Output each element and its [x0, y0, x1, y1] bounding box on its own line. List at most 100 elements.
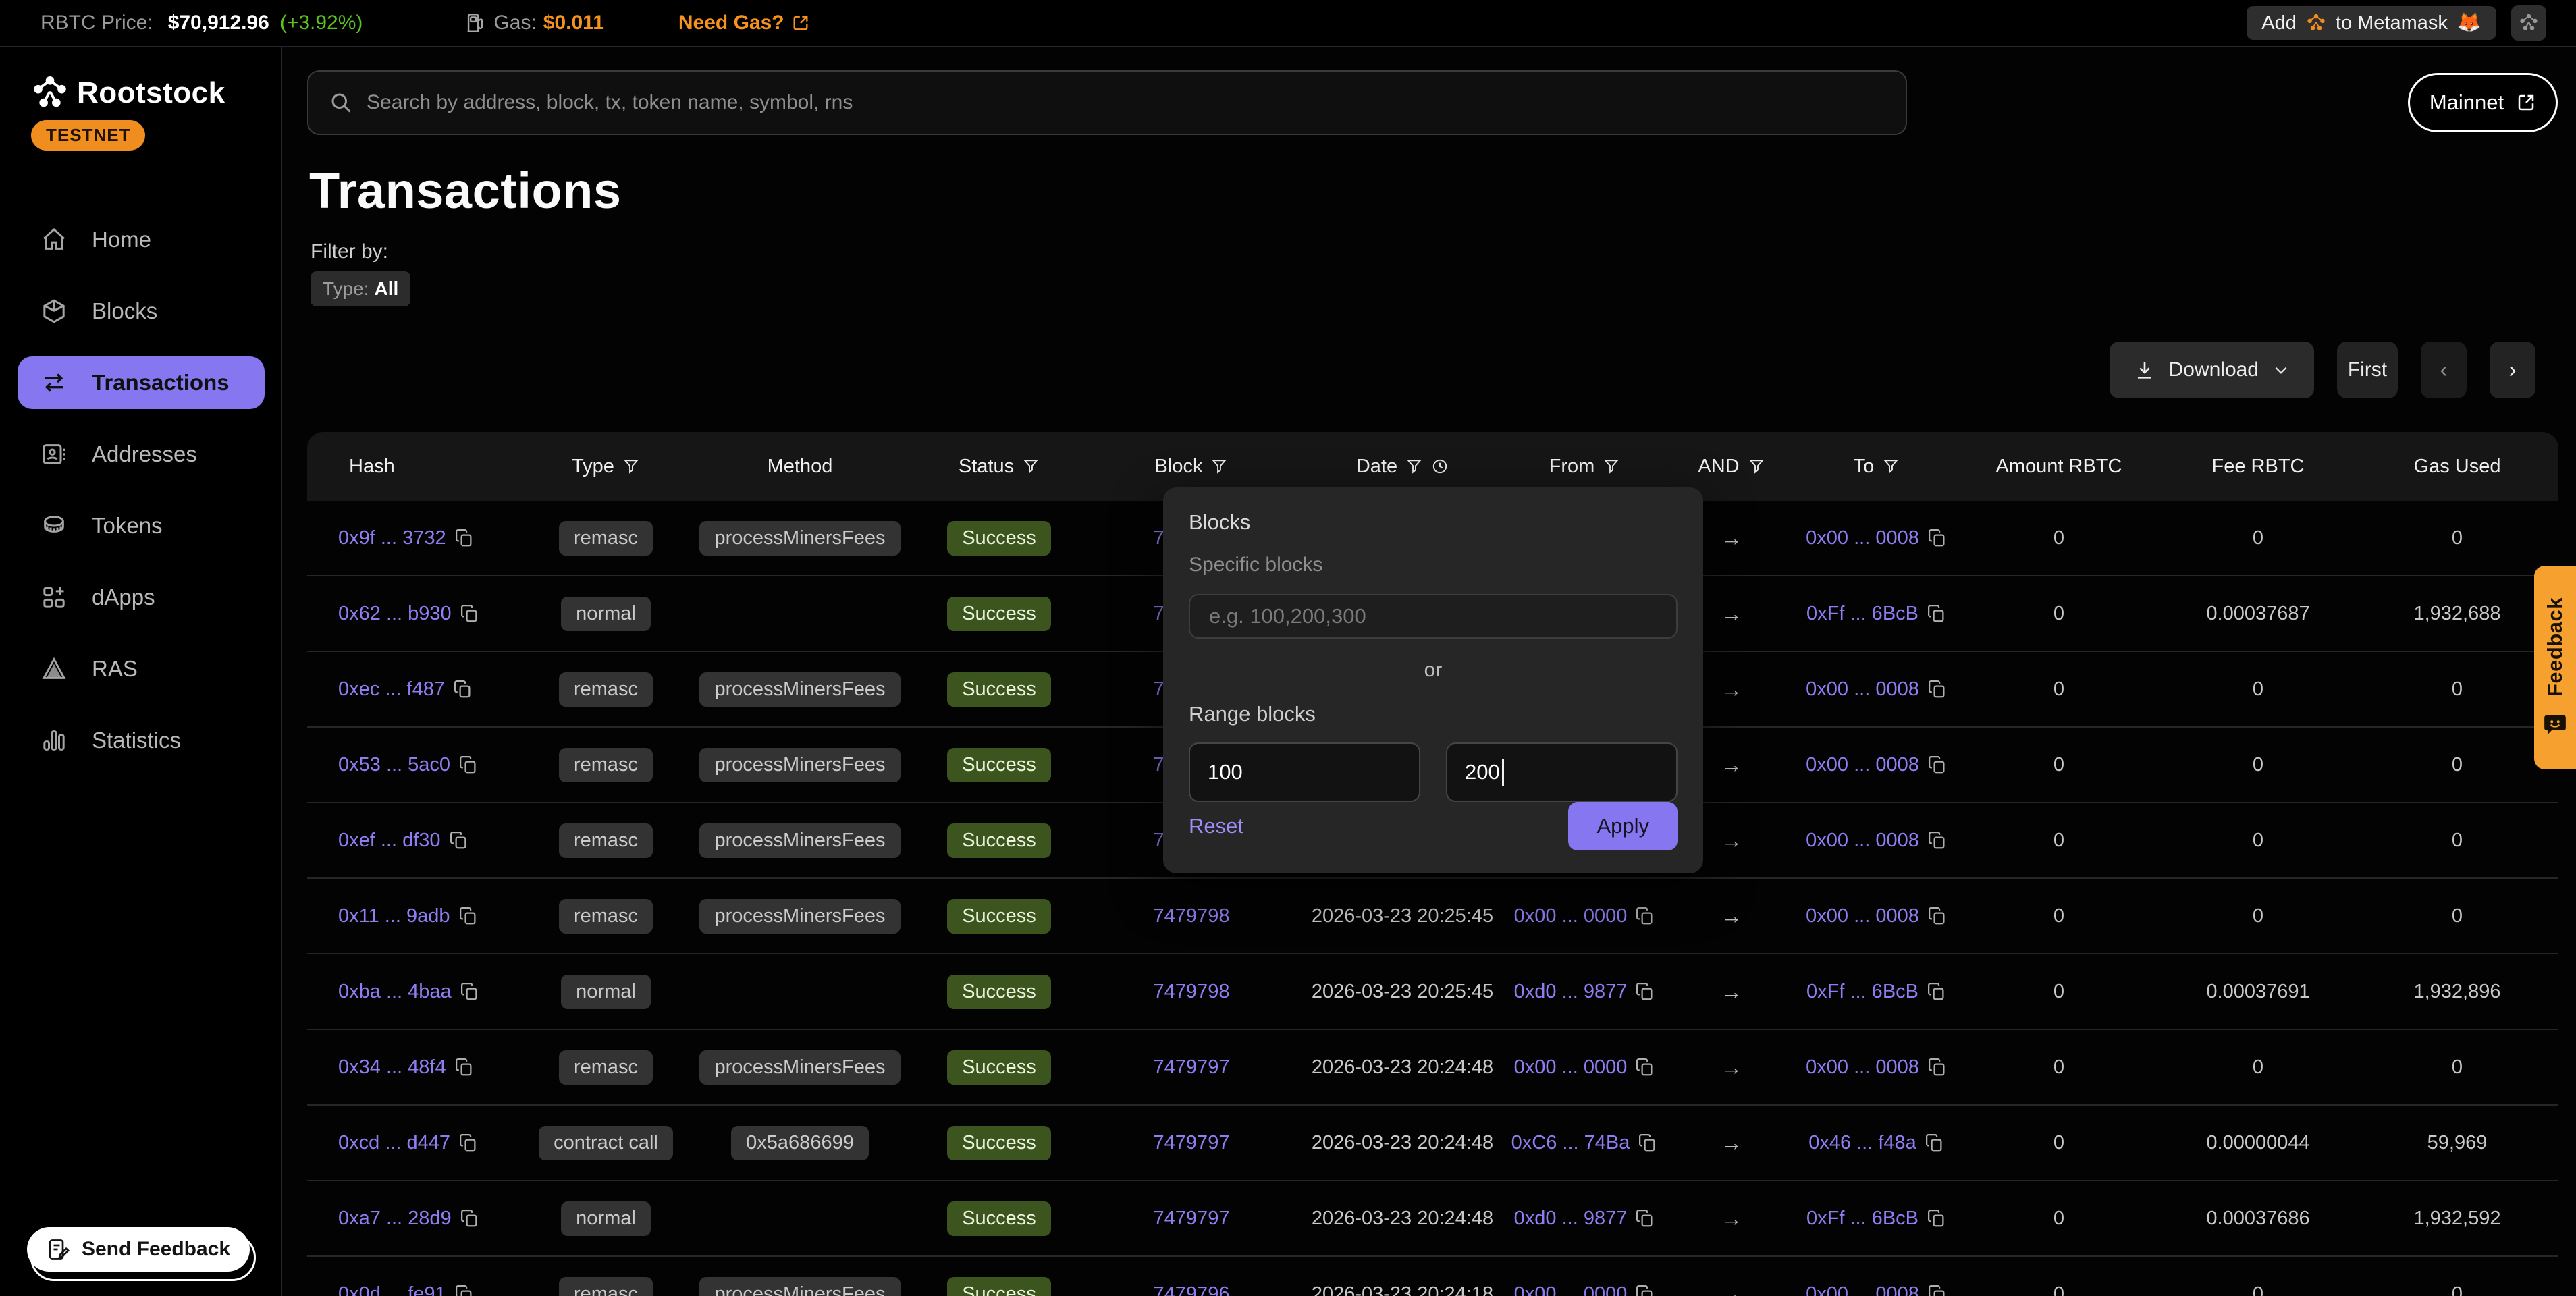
rootstock-grey-button[interactable]: [2511, 5, 2546, 40]
address-link[interactable]: 0xFf ... 6BcB: [1806, 1208, 1918, 1230]
address-link[interactable]: 7479797: [1154, 1208, 1230, 1230]
address-link[interactable]: 0x00 ... 0008: [1806, 1056, 1919, 1079]
filter-funnel-icon[interactable]: [622, 458, 640, 475]
address-link[interactable]: 0xba ... 4baa: [338, 981, 452, 1003]
address-link[interactable]: 0x00 ... 0008: [1806, 527, 1919, 549]
copy-icon[interactable]: [1638, 1133, 1658, 1153]
copy-icon[interactable]: [1635, 1057, 1655, 1077]
range-from-input[interactable]: 100: [1189, 742, 1420, 802]
address-link[interactable]: 7479797: [1154, 1056, 1230, 1079]
copy-icon[interactable]: [1635, 981, 1655, 1002]
copy-icon[interactable]: [458, 906, 479, 926]
type-filter-chip[interactable]: Type:All: [311, 271, 410, 306]
copy-icon[interactable]: [1927, 830, 1948, 850]
column-header-to[interactable]: To: [1796, 456, 1958, 478]
address-link[interactable]: 0x00 ... 0008: [1806, 1283, 1919, 1296]
address-link[interactable]: 0x9f ... 3732: [338, 527, 446, 549]
address-link[interactable]: 0x00 ... 0008: [1806, 830, 1919, 852]
feedback-tab[interactable]: Feedback: [2534, 566, 2576, 770]
address-link[interactable]: 0xcd ... d447: [338, 1132, 450, 1154]
address-link[interactable]: 0xd0 ... 9877: [1514, 981, 1628, 1003]
copy-icon[interactable]: [1635, 906, 1655, 926]
filter-funnel-icon[interactable]: [1748, 458, 1765, 475]
copy-icon[interactable]: [1927, 981, 1947, 1002]
address-link[interactable]: 7479797: [1154, 1132, 1230, 1154]
next-page-button[interactable]: ›: [2490, 342, 2535, 398]
rootstock-logo[interactable]: Rootstock: [31, 74, 225, 112]
address-link[interactable]: 0xd0 ... 9877: [1514, 1208, 1628, 1230]
copy-icon[interactable]: [1925, 1133, 1945, 1153]
copy-icon[interactable]: [458, 1133, 479, 1153]
column-header-from[interactable]: From: [1502, 456, 1667, 478]
address-link[interactable]: 0x00 ... 0008: [1806, 754, 1919, 776]
address-link[interactable]: 0x00 ... 0008: [1806, 905, 1919, 927]
copy-icon[interactable]: [454, 1057, 475, 1077]
copy-icon[interactable]: [1927, 528, 1948, 548]
copy-icon[interactable]: [460, 603, 480, 624]
copy-icon[interactable]: [1927, 603, 1947, 624]
address-link[interactable]: 0x00 ... 0000: [1514, 905, 1628, 927]
sidebar-item-dapps[interactable]: dApps: [18, 571, 265, 624]
download-button[interactable]: Download: [2110, 342, 2314, 398]
copy-icon[interactable]: [1927, 1284, 1948, 1296]
send-feedback-button[interactable]: Send Feedback: [27, 1227, 250, 1272]
address-link[interactable]: 0x53 ... 5ac0: [338, 754, 450, 776]
address-link[interactable]: 0x00 ... 0000: [1514, 1283, 1628, 1296]
copy-icon[interactable]: [1927, 906, 1948, 926]
sidebar-item-ras[interactable]: RAS: [18, 643, 265, 695]
address-link[interactable]: 7479798: [1154, 981, 1230, 1003]
copy-icon[interactable]: [1635, 1284, 1655, 1296]
sidebar-item-addresses[interactable]: Addresses: [18, 428, 265, 481]
copy-icon[interactable]: [1927, 1057, 1948, 1077]
column-header-date[interactable]: Date: [1303, 456, 1502, 478]
address-link[interactable]: 0x0d ... fe91: [338, 1283, 446, 1296]
copy-icon[interactable]: [1927, 755, 1948, 775]
search-bar[interactable]: [307, 70, 1907, 135]
copy-icon[interactable]: [460, 1208, 480, 1228]
first-page-button[interactable]: First: [2337, 342, 2398, 398]
address-link[interactable]: 0xFf ... 6BcB: [1806, 603, 1918, 625]
column-header-and[interactable]: AND: [1667, 456, 1796, 478]
address-link[interactable]: 7479796: [1154, 1283, 1230, 1296]
filter-funnel-icon[interactable]: [1022, 458, 1040, 475]
need-gas-link[interactable]: Need Gas?: [678, 11, 810, 34]
address-link[interactable]: 0x46 ... f48a: [1808, 1132, 1916, 1154]
address-link[interactable]: 0x11 ... 9adb: [338, 905, 450, 927]
reset-button[interactable]: Reset: [1189, 814, 1243, 838]
sidebar-item-statistics[interactable]: Statistics: [18, 714, 265, 767]
address-link[interactable]: 0x62 ... b930: [338, 603, 452, 625]
sidebar-item-transactions[interactable]: Transactions: [18, 356, 265, 409]
add-to-metamask-button[interactable]: Add to Metamask 🦊: [2247, 6, 2496, 40]
copy-icon[interactable]: [453, 679, 473, 699]
address-link[interactable]: 0x34 ... 48f4: [338, 1056, 446, 1079]
address-link[interactable]: 0xef ... df30: [338, 830, 441, 852]
column-header-block[interactable]: Block: [1080, 456, 1303, 478]
copy-icon[interactable]: [458, 755, 479, 775]
copy-icon[interactable]: [454, 1284, 475, 1296]
copy-icon[interactable]: [1927, 1208, 1947, 1228]
range-to-input[interactable]: 200: [1446, 742, 1678, 802]
copy-icon[interactable]: [454, 528, 475, 548]
copy-icon[interactable]: [460, 981, 480, 1002]
clock-icon[interactable]: [1431, 458, 1449, 475]
column-header-status[interactable]: Status: [918, 456, 1080, 478]
address-link[interactable]: 0xC6 ... 74Ba: [1511, 1132, 1630, 1154]
address-link[interactable]: 0xec ... f487: [338, 678, 445, 701]
apply-button[interactable]: Apply: [1568, 802, 1678, 850]
copy-icon[interactable]: [449, 830, 469, 850]
address-link[interactable]: 0x00 ... 0008: [1806, 678, 1919, 701]
filter-funnel-icon[interactable]: [1210, 458, 1228, 475]
sidebar-item-tokens[interactable]: Tokens: [18, 500, 265, 552]
search-input[interactable]: [367, 91, 1885, 114]
address-link[interactable]: 0xFf ... 6BcB: [1806, 981, 1918, 1003]
address-link[interactable]: 0x00 ... 0000: [1514, 1056, 1628, 1079]
address-link[interactable]: 7479798: [1154, 905, 1230, 927]
filter-funnel-icon[interactable]: [1603, 458, 1620, 475]
sidebar-item-blocks[interactable]: Blocks: [18, 285, 265, 338]
specific-blocks-input[interactable]: [1189, 594, 1678, 639]
filter-funnel-icon[interactable]: [1882, 458, 1900, 475]
column-header-type[interactable]: Type: [530, 456, 682, 478]
sidebar-item-home[interactable]: Home: [18, 213, 265, 266]
address-link[interactable]: 0xa7 ... 28d9: [338, 1208, 452, 1230]
prev-page-button[interactable]: ‹: [2421, 342, 2467, 398]
